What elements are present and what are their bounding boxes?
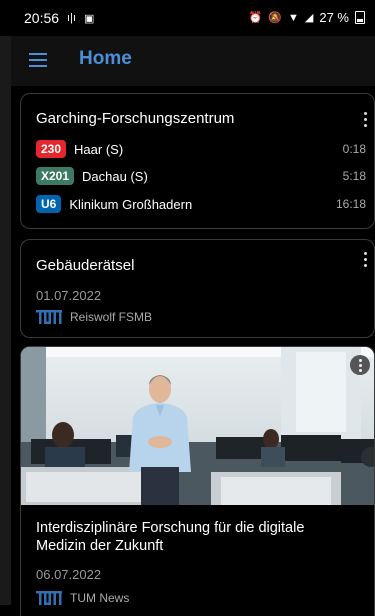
news-source-name: Reiswolf FSMB [70,310,153,324]
departure-time: 5:18 [342,169,366,183]
battery-icon [355,11,365,24]
line-badge: U6 [36,195,62,213]
line-badge: X201 [36,167,75,185]
news-source-name: TUM News [70,591,130,605]
app-bar: Home [11,36,375,86]
signal-icon: ◢ [304,12,314,24]
vibrate-icon: ı|ı [67,12,77,24]
tum-logo-icon [36,591,62,605]
destination: Klinikum Großhadern [69,196,193,212]
departure-row[interactable]: 230 Haar (S) 0:18 [36,139,366,159]
mute-icon: 🔕 [268,12,282,24]
news-date: 01.07.2022 [36,288,102,303]
departure-time: 0:18 [342,142,366,156]
gallery-icon: ▣ [84,12,95,25]
news-card[interactable]: Interdisziplinäre Forschung für die digi… [20,346,375,616]
battery-percent: 27 % [319,10,349,25]
status-right: ⏰ 🔕 ▼ ◢ 27 % [249,10,365,25]
status-time: 20:56 [24,10,60,26]
news-source: TUM News [36,591,129,605]
departure-row[interactable]: U6 Klinikum Großhadern 16:18 [36,194,366,214]
line-badge: 230 [36,140,67,158]
destination: Dachau (S) [82,168,148,184]
departures-card[interactable]: Garching-Forschungszentrum 230 Haar (S) … [20,93,375,229]
departure-row[interactable]: X201 Dachau (S) 5:18 [36,166,366,186]
status-bar: 20:56 ı|ı ▣ ⏰ 🔕 ▼ ◢ 27 % [0,0,375,36]
news-title: Gebäuderätsel [36,257,135,274]
news-card[interactable]: Gebäuderätsel 01.07.2022 Reiswolf FSMB [20,239,375,338]
station-name: Garching-Forschungszentrum [36,110,235,127]
menu-icon[interactable] [29,53,47,67]
news-source: Reiswolf FSMB [36,310,152,324]
destination: Haar (S) [74,141,124,157]
news-date: 06.07.2022 [36,567,102,582]
background-edge [0,0,11,605]
news-image [21,347,374,505]
page-title: Home [79,48,132,69]
more-options-icon[interactable] [362,112,368,127]
news-title: Interdisziplinäre Forschung für die digi… [36,520,305,554]
more-options-icon[interactable] [350,355,370,375]
tum-logo-icon [36,310,62,324]
more-options-icon[interactable] [362,252,368,267]
departure-time: 16:18 [335,197,366,211]
status-left: 20:56 ı|ı ▣ [24,10,94,26]
wifi-icon: ▼ [288,11,299,24]
alarm-icon: ⏰ [248,12,263,24]
